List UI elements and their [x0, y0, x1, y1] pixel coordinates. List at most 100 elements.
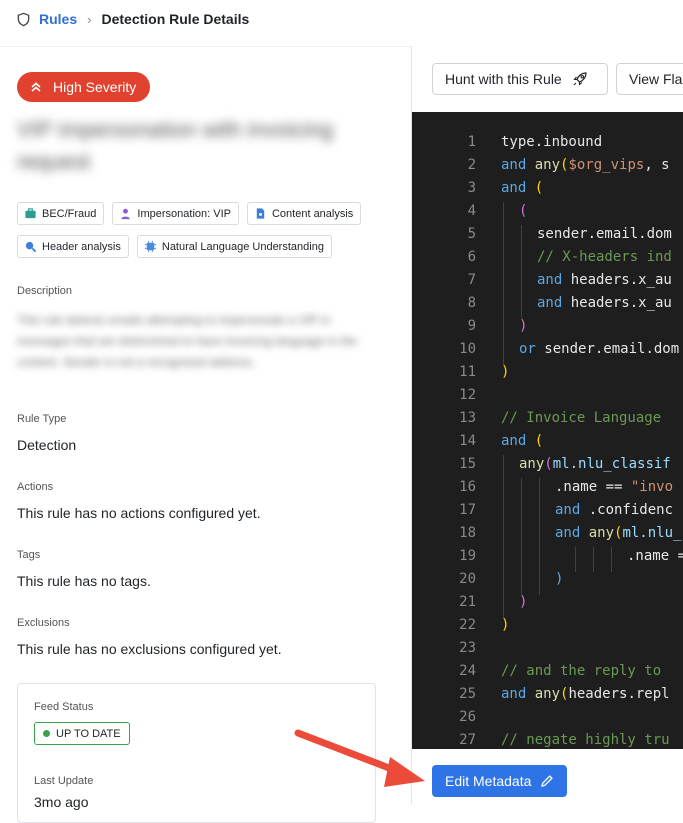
line-number: 6	[467, 249, 476, 265]
code-line: )	[501, 364, 510, 380]
exclusions-value: This rule has no exclusions configured y…	[17, 641, 282, 657]
double-chevron-up-icon	[31, 82, 41, 92]
rule-type-label: Rule Type	[17, 413, 67, 425]
indent-guide	[521, 225, 522, 319]
code-line: type.inbound	[501, 134, 603, 150]
code-line: .name == "invo	[555, 479, 674, 495]
line-number: 22	[459, 617, 476, 633]
line-number: 19	[459, 548, 476, 564]
code-line: )	[519, 318, 528, 334]
line-number: 7	[467, 272, 476, 288]
code-line: )	[501, 617, 510, 633]
pencil-icon	[541, 775, 554, 787]
annotation-arrow-icon	[294, 729, 425, 787]
view-flagged-button[interactable]: View Fla	[616, 63, 683, 95]
tags-value: This rule has no tags.	[17, 573, 151, 589]
line-number: 12	[459, 387, 476, 403]
line-number: 3	[467, 180, 476, 196]
line-number: 21	[459, 594, 476, 610]
chevron-right-icon: ›	[87, 11, 92, 27]
indent-guide	[503, 202, 504, 365]
line-number: 14	[459, 433, 476, 449]
indent-guide	[521, 478, 522, 595]
line-number: 2	[467, 157, 476, 173]
description-label: Description	[17, 285, 73, 297]
code-line: // and the reply to	[501, 663, 662, 679]
page-title: Detection Rule Details	[101, 11, 250, 27]
actions-label: Actions	[17, 481, 54, 493]
code-line: and any($org_vips, s	[501, 157, 670, 173]
indent-guide	[593, 547, 594, 572]
code-line: sender.email.dom	[537, 226, 672, 242]
line-number: 24	[459, 663, 476, 679]
briefcase-icon	[25, 208, 36, 219]
shield-icon	[17, 12, 30, 26]
code-line: and headers.x_au	[537, 295, 672, 311]
line-number: 23	[459, 640, 476, 656]
edit-metadata-button[interactable]: Edit Metadata	[432, 765, 568, 797]
line-number: 17	[459, 502, 476, 518]
code-line: and any(headers.repl	[501, 686, 670, 702]
tag-chip[interactable]: Header analysis	[17, 235, 129, 258]
line-number: 13	[459, 410, 476, 426]
category-tags-row-1: BEC/Fraud Impersonation: VIP Content ana…	[17, 202, 397, 225]
feed-status-label: Feed Status	[34, 701, 94, 713]
chip-icon	[144, 240, 156, 253]
line-number: 1	[467, 134, 476, 150]
indent-guide	[539, 478, 540, 595]
person-icon	[121, 208, 131, 220]
hunt-with-rule-button[interactable]: Hunt with this Rule	[432, 63, 608, 95]
code-editor[interactable]: 1 2 3 4 5 6 7 8 9 10 11 12 13 14 15 16 17 18 19 20 21 22 23 24 2…	[412, 112, 683, 749]
line-number: 10	[459, 341, 476, 357]
code-line: .name =	[627, 548, 683, 564]
header-divider	[0, 46, 411, 47]
code-line: any(ml.nlu_classif	[519, 456, 671, 472]
line-number: 8	[467, 295, 476, 311]
last-update-value: 3mo ago	[34, 794, 89, 810]
tag-chip[interactable]: BEC/Fraud	[17, 202, 105, 225]
severity-badge: High Severity	[17, 72, 151, 102]
line-number: 11	[459, 364, 476, 380]
last-update-label: Last Update	[34, 775, 94, 787]
document-icon	[256, 208, 265, 219]
code-line: and (	[501, 433, 544, 449]
status-dot-icon	[43, 730, 50, 737]
line-number: 15	[459, 456, 476, 472]
line-number: 25	[459, 686, 476, 702]
exclusions-label: Exclusions	[17, 617, 70, 629]
severity-label: High Severity	[53, 79, 137, 95]
magnifier-icon	[25, 241, 37, 253]
code-line: (	[519, 203, 528, 219]
line-number: 26	[459, 709, 476, 725]
code-line: // negate highly tru	[501, 732, 670, 748]
indent-guide	[575, 547, 576, 572]
line-number: 20	[459, 571, 476, 587]
code-line: // X-headers ind	[537, 249, 672, 265]
rule-title: VIP impersonation with invoicing request	[17, 117, 334, 174]
code-line: )	[555, 571, 564, 587]
rocket-icon	[573, 72, 587, 86]
category-tags-row-2: Header analysis Natural Language Underst…	[17, 235, 397, 258]
tag-chip[interactable]: Content analysis	[246, 202, 362, 225]
code-line: )	[519, 594, 528, 610]
line-number: 18	[459, 525, 476, 541]
actions-value: This rule has no actions configured yet.	[17, 505, 261, 521]
status-badge: UP TO DATE	[34, 722, 130, 745]
line-number: 9	[467, 318, 476, 334]
breadcrumb-rules-link[interactable]: Rules	[39, 11, 77, 27]
code-line: or sender.email.dom	[519, 341, 680, 357]
code-line: // Invoice Language	[501, 410, 662, 426]
description-text: This rule detects emails attempting to i…	[17, 313, 358, 369]
indent-guide	[503, 455, 504, 618]
tag-chip[interactable]: Impersonation: VIP	[112, 202, 239, 225]
tags-label: Tags	[17, 549, 41, 561]
line-number: 16	[459, 479, 476, 495]
breadcrumb: Rules › Detection Rule Details	[0, 0, 683, 38]
code-line: and headers.x_au	[537, 272, 672, 288]
code-line: and (	[501, 180, 544, 196]
tag-chip[interactable]: Natural Language Understanding	[136, 235, 332, 258]
line-number: 4	[467, 203, 476, 219]
code-line: and any(ml.nlu_	[555, 525, 682, 541]
line-number: 5	[467, 226, 476, 242]
rule-type-value: Detection	[17, 437, 77, 453]
